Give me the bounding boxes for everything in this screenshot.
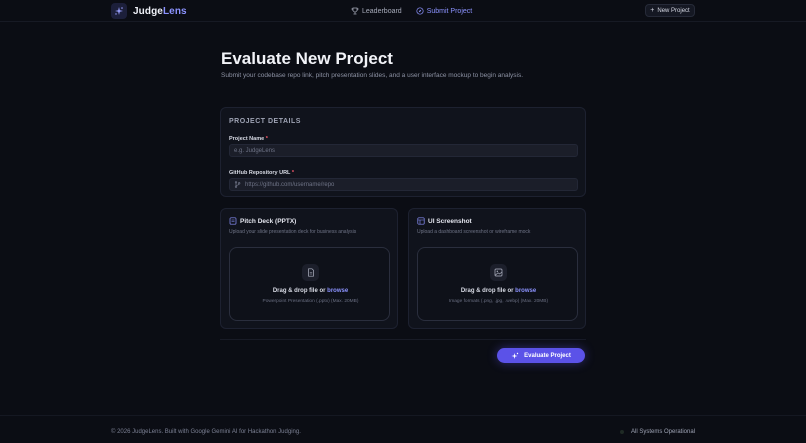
git-branch-icon [234, 181, 241, 188]
nav-submit-project[interactable]: Submit Project [416, 5, 473, 17]
trophy-icon [351, 7, 359, 15]
new-project-label: New Project [657, 7, 690, 14]
repo-url-input[interactable]: https://github.com/username/repo [229, 178, 578, 191]
nav-submit-project-label: Submit Project [426, 7, 473, 15]
layout-icon [417, 217, 425, 225]
ui-screenshot-dropzone[interactable]: Drag & drop file or browse Image formats… [417, 247, 578, 321]
brand[interactable]: JudgeLens [111, 3, 187, 19]
compass-icon [416, 7, 424, 15]
project-details-card: PROJECT DETAILS Project Name * e.g. Judg… [220, 107, 586, 197]
top-navbar: JudgeLens Leaderboard Submit Project + N… [0, 0, 806, 22]
presentation-icon [229, 217, 237, 225]
pitch-deck-description: Upload your slide presentation deck for … [229, 229, 357, 235]
project-name-label: Project Name * [229, 136, 268, 142]
ui-screenshot-card: UI Screenshot Upload a dashboard screens… [408, 208, 586, 329]
ui-screenshot-hint: Image formats (.png, .jpg, .webp) (Max. … [448, 299, 549, 304]
ui-screenshot-description: Upload a dashboard screenshot or wirefra… [417, 229, 531, 235]
project-name-placeholder: e.g. JudgeLens [234, 147, 276, 154]
new-project-button[interactable]: + New Project [645, 4, 695, 17]
pitch-deck-drop-text: Drag & drop file or browse [272, 288, 349, 294]
footer: © 2026 JudgeLens. Built with Google Gemi… [0, 415, 806, 443]
footer-copyright: © 2026 JudgeLens. Built with Google Gemi… [111, 429, 301, 435]
system-status: All Systems Operational [620, 429, 695, 435]
page-title: Evaluate New Project [221, 49, 393, 68]
ui-screenshot-browse-link[interactable]: browse [515, 288, 536, 294]
sparkles-icon [511, 352, 519, 359]
page-subtitle: Submit your codebase repo link, pitch pr… [221, 72, 524, 79]
pitch-deck-hint: Powerpoint Presentation (.pptx) (Max. 20… [262, 299, 359, 304]
brand-name: JudgeLens [133, 5, 187, 17]
pitch-deck-card: Pitch Deck (PPTX) Upload your slide pres… [220, 208, 398, 329]
pitch-deck-title: Pitch Deck (PPTX) [229, 217, 296, 225]
file-icon [302, 264, 319, 281]
nav-leaderboard-label: Leaderboard [362, 7, 402, 15]
repo-url-placeholder: https://github.com/username/repo [245, 181, 335, 188]
ui-screenshot-title: UI Screenshot [417, 217, 472, 225]
evaluate-project-button[interactable]: Evaluate Project [497, 348, 585, 363]
ui-screenshot-drop-text: Drag & drop file or browse [460, 288, 537, 294]
image-icon [490, 264, 507, 281]
pitch-deck-dropzone[interactable]: Drag & drop file or browse Powerpoint Pr… [229, 247, 390, 321]
repo-url-label: GitHub Repository URL * [229, 170, 294, 176]
project-name-input[interactable]: e.g. JudgeLens [229, 144, 578, 157]
pitch-deck-browse-link[interactable]: browse [327, 288, 348, 294]
divider [220, 339, 586, 340]
project-details-heading: PROJECT DETAILS [229, 118, 301, 125]
nav-leaderboard[interactable]: Leaderboard [351, 5, 402, 17]
sparkles-logo-icon [111, 3, 127, 19]
plus-icon: + [650, 7, 655, 14]
main-nav: Leaderboard Submit Project [351, 5, 486, 17]
status-dot-icon [620, 430, 624, 434]
